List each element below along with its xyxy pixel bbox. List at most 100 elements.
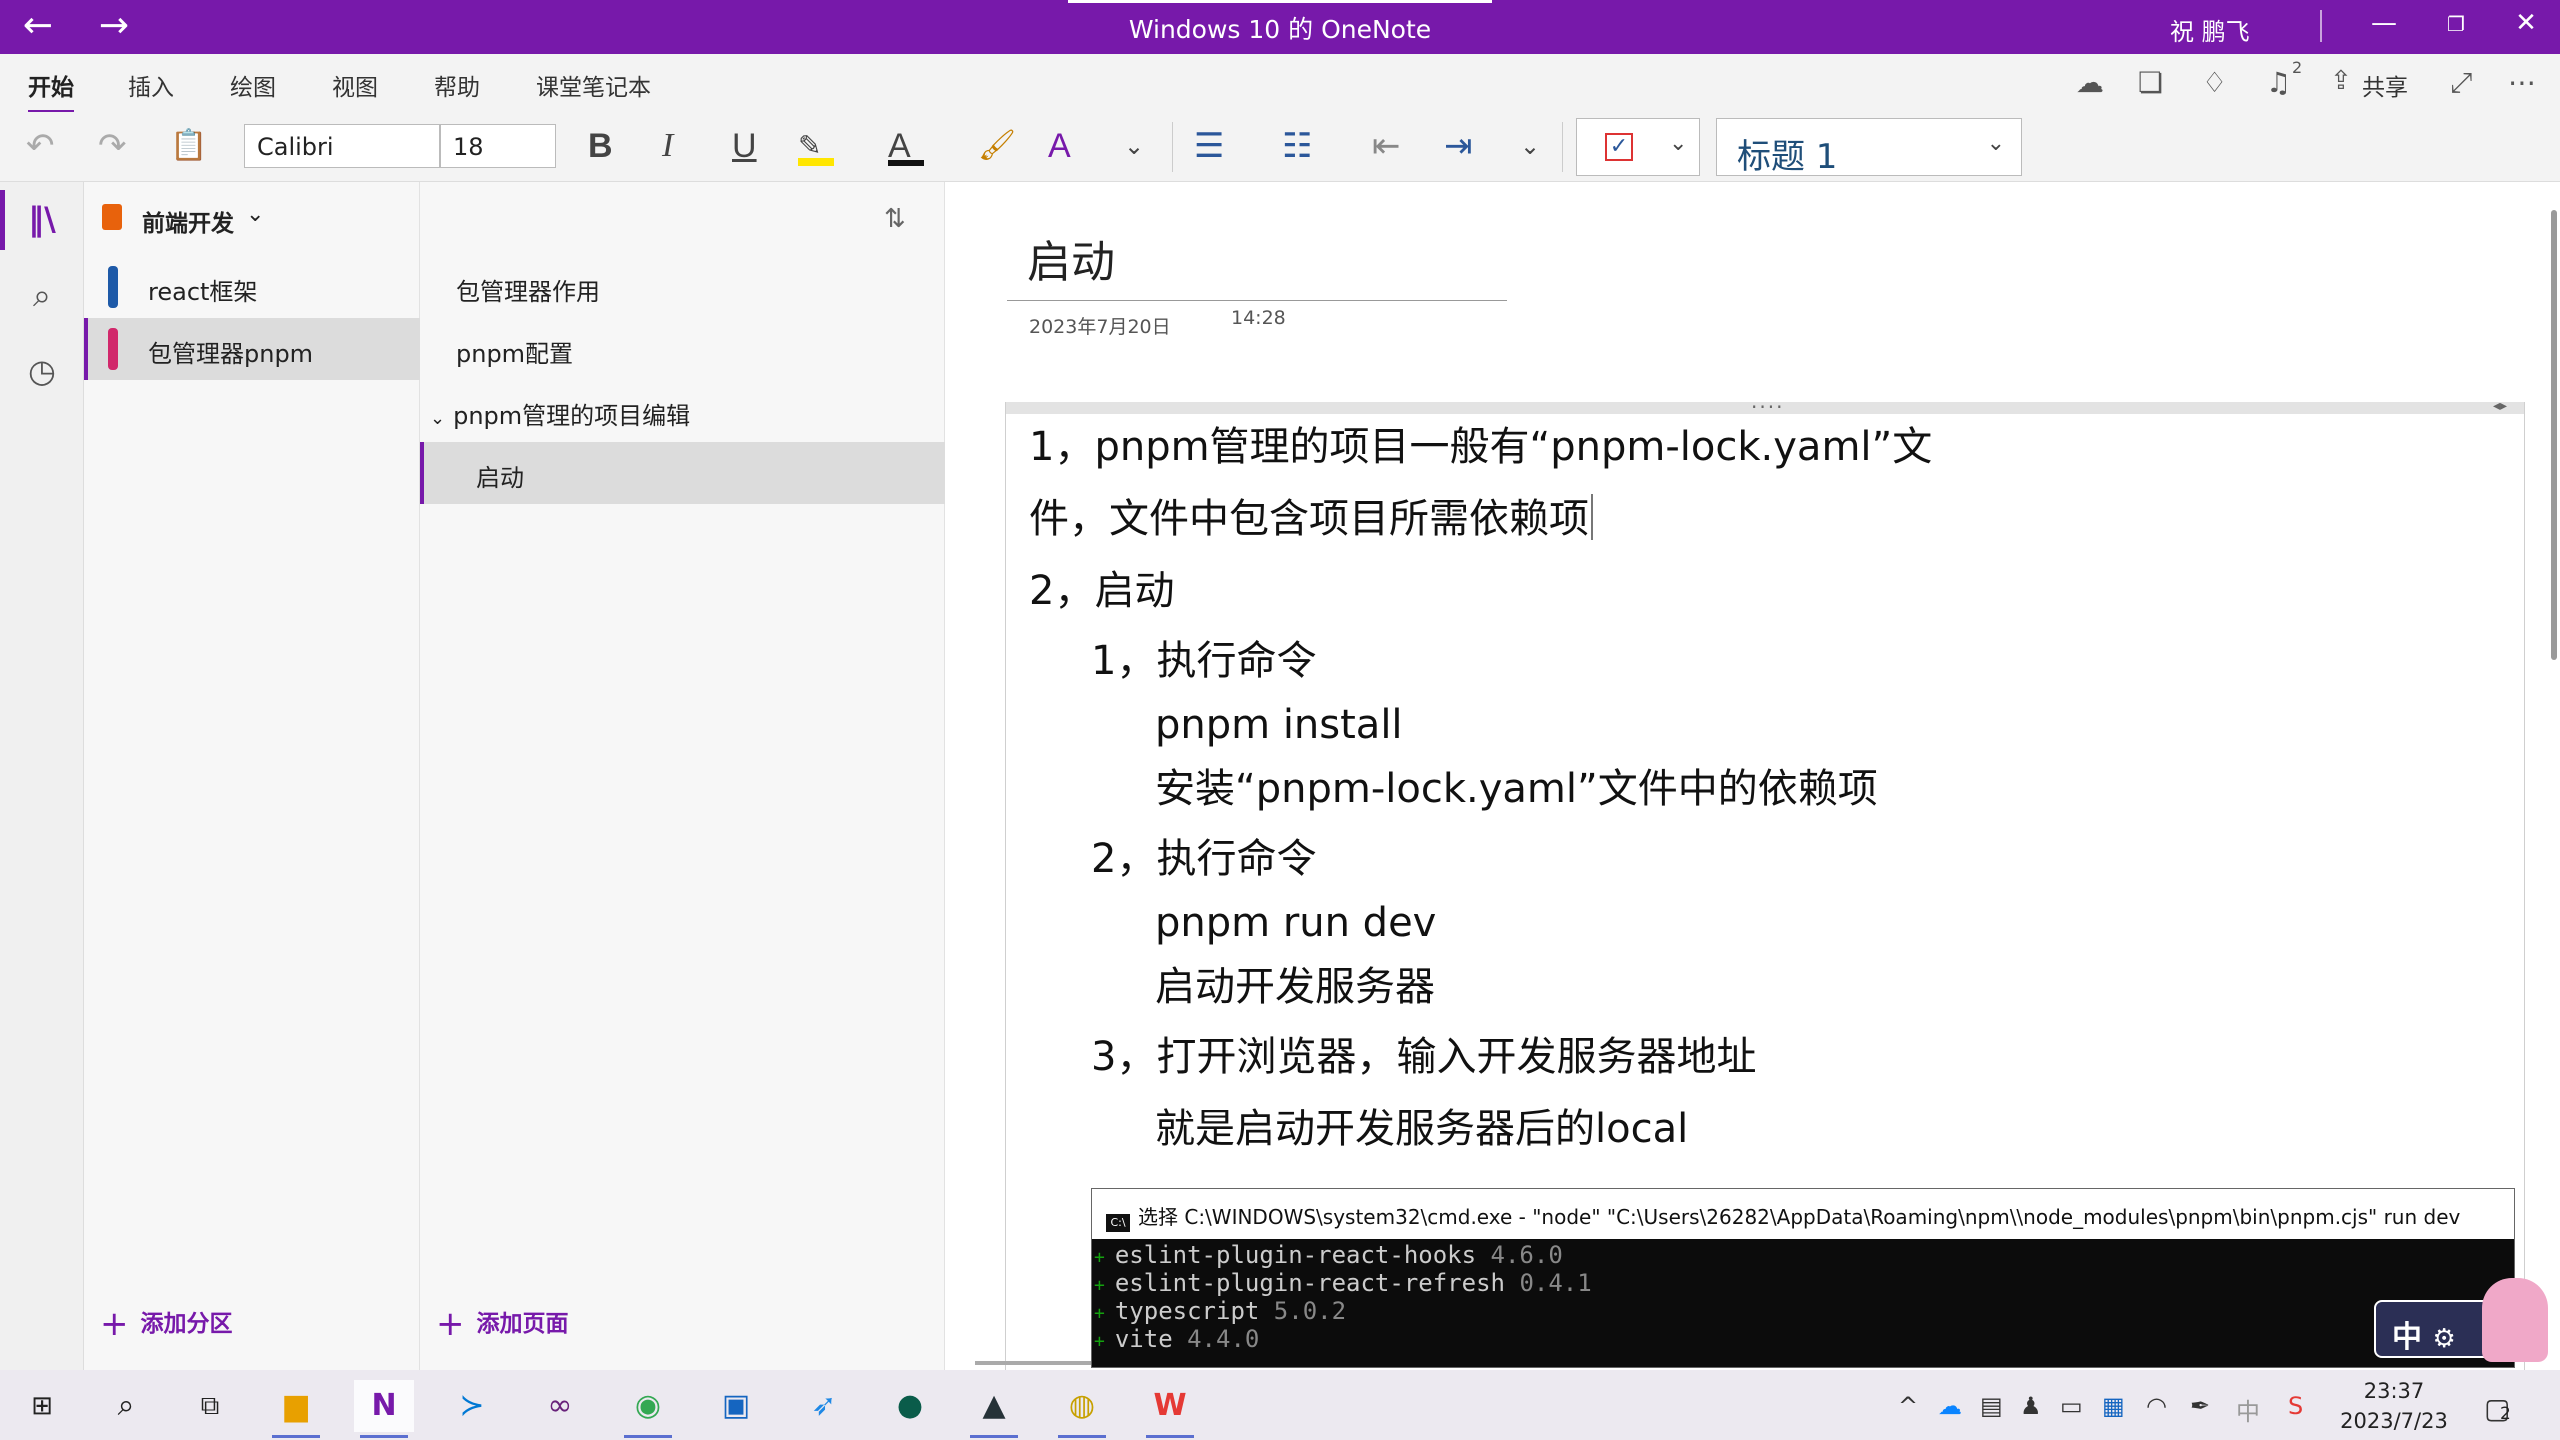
gitkraken-icon[interactable]: ●	[880, 1380, 940, 1432]
format-painter-icon[interactable]: 🖌	[978, 126, 1016, 166]
bird-app-icon[interactable]: ➶	[794, 1380, 854, 1432]
clock-date: 2023/7/23	[2340, 1409, 2448, 1433]
note-line[interactable]: 安装“pnpm-lock.yaml”文件中的依赖项	[1155, 764, 1878, 814]
tray-app-icon[interactable]: ▤	[1980, 1392, 2003, 1420]
cmd-window[interactable]: C:\ 选择 C:\WINDOWS\system32\cmd.exe - "nod…	[1091, 1188, 2515, 1368]
font-name-input[interactable]: Calibri	[244, 124, 440, 168]
note-line[interactable]: 件，文件中包含项目所需依赖项	[1029, 494, 1593, 544]
highlight-icon[interactable]: ✎	[798, 126, 834, 166]
tab-home[interactable]: 开始	[28, 68, 74, 114]
tab-help[interactable]: 帮助	[434, 68, 480, 102]
style-dropdown[interactable]: 标题 1 ⌄	[1716, 118, 2022, 177]
font-size-input[interactable]: 18	[440, 124, 556, 168]
page-item-expanded[interactable]: ⌄ pnpm管理的项目编辑	[420, 380, 945, 442]
page-item[interactable]: 包管理器作用	[420, 256, 945, 318]
pen-icon[interactable]: ✒	[2190, 1392, 2210, 1420]
close-icon[interactable]: ✕	[2496, 8, 2556, 38]
onedrive-icon[interactable]: ☁	[1938, 1392, 1962, 1420]
action-center-count: 2	[2500, 1404, 2511, 1424]
sync-icon[interactable]: ☁	[2076, 66, 2104, 99]
system-clock[interactable]: 23:37 2023/7/23	[2336, 1376, 2452, 1436]
tab-class-notebook[interactable]: 课堂笔记本	[536, 68, 651, 102]
recent-clock-icon[interactable]: ◷	[0, 352, 84, 390]
file-explorer-icon[interactable]: ▆	[266, 1380, 326, 1438]
add-page-button[interactable]: + 添加页面	[436, 1304, 569, 1344]
numbered-list-icon[interactable]: ☷	[1282, 126, 1312, 166]
clipboard-icon[interactable]: 📋	[170, 126, 207, 166]
todo-tag-box[interactable]: ✓ ⌄	[1576, 118, 1700, 176]
vscode-icon[interactable]: ≻	[442, 1380, 502, 1432]
qq-icon[interactable]: ♟	[2020, 1392, 2042, 1420]
share-button[interactable]: 共享	[2362, 68, 2408, 102]
note-line[interactable]: 启动开发服务器	[1155, 962, 1435, 1012]
decrease-indent-icon[interactable]: ⇤	[1372, 126, 1401, 166]
collapse-chevron-icon[interactable]: ⌄	[430, 408, 445, 429]
input-method-indicator[interactable]: 中	[2236, 1392, 2260, 1427]
dictionary-app-icon[interactable]: ▣	[706, 1380, 766, 1432]
font-color-icon[interactable]: A	[888, 126, 924, 166]
todo-chevron-icon[interactable]: ⌄	[1669, 131, 1687, 156]
more-format-chevron-icon[interactable]: ⌄	[1124, 126, 1144, 166]
restore-icon[interactable]: ❐	[2426, 12, 2486, 36]
note-line[interactable]: 3，打开浏览器，输入开发服务器地址	[1091, 1032, 1756, 1082]
redo-icon[interactable]: ↷	[98, 126, 127, 166]
note-line[interactable]: 就是启动开发服务器后的local	[1155, 1104, 1688, 1154]
cmd-title-bar[interactable]: C:\ 选择 C:\WINDOWS\system32\cmd.exe - "nod…	[1092, 1189, 2514, 1239]
lightbulb-icon[interactable]: ♢	[2202, 66, 2227, 99]
tray-monitor-icon[interactable]: ▦	[2102, 1392, 2125, 1420]
tray-expand-icon[interactable]: ^	[1898, 1392, 1918, 1420]
vertical-scrollbar[interactable]	[2551, 210, 2557, 660]
tab-draw[interactable]: 绘图	[230, 68, 276, 102]
chrome-icon[interactable]: ◉	[618, 1380, 678, 1438]
page-title[interactable]: 启动	[1027, 226, 1115, 290]
notebook-header[interactable]: 前端开发 ⌄ ⇅	[84, 182, 945, 256]
style-value: 标题 1	[1737, 137, 1838, 177]
visual-studio-icon[interactable]: ∞	[530, 1380, 590, 1432]
tab-view[interactable]: 视图	[332, 68, 378, 102]
sort-icon[interactable]: ⇅	[884, 204, 906, 234]
cmd-line: + eslint-plugin-react-hooks 4.6.0	[1094, 1241, 1563, 1269]
wps-office-icon[interactable]: W	[1140, 1380, 1200, 1438]
windows-start-icon[interactable]: ⊞	[12, 1380, 72, 1432]
more-list-chevron-icon[interactable]: ⌄	[1520, 126, 1540, 166]
note-line[interactable]: 2，执行命令	[1091, 834, 1316, 884]
section-pnpm[interactable]: 包管理器pnpm	[84, 318, 420, 380]
wifi-icon[interactable]: ◠	[2146, 1392, 2167, 1420]
underline-icon[interactable]: U	[732, 126, 757, 166]
italic-icon[interactable]: I	[662, 126, 673, 166]
note-line[interactable]: pnpm run dev	[1155, 898, 1436, 948]
notebook-chevron-icon[interactable]: ⌄	[246, 202, 264, 227]
undo-icon[interactable]: ↶	[26, 126, 55, 166]
notebooks-icon[interactable]: ‖\	[0, 200, 84, 238]
onenote-icon[interactable]: N	[354, 1380, 414, 1438]
page-view-icon[interactable]: ❏	[2138, 66, 2163, 99]
more-icon[interactable]: ⋯	[2508, 66, 2536, 99]
sogou-input-icon[interactable]: S	[2288, 1392, 2303, 1420]
bullet-list-icon[interactable]: ☰	[1194, 126, 1224, 166]
task-view-icon[interactable]: ⧉	[180, 1380, 240, 1432]
note-line[interactable]: pnpm install	[1155, 700, 1403, 750]
note-line[interactable]: 1，执行命令	[1091, 636, 1316, 686]
bell-icon[interactable]: ♫	[2266, 66, 2291, 99]
bold-icon[interactable]: B	[588, 126, 613, 166]
share-icon[interactable]: ⇪	[2330, 66, 2352, 96]
section-label: 包管理器pnpm	[148, 340, 314, 368]
tab-insert[interactable]: 插入	[128, 68, 174, 102]
page-item-selected[interactable]: 启动	[420, 442, 945, 504]
user-name[interactable]: 祝 鹏飞	[2170, 12, 2250, 47]
fullscreen-icon[interactable]: ⤢	[2450, 66, 2472, 100]
tray-device-icon[interactable]: ▭	[2060, 1392, 2083, 1420]
game-app-icon[interactable]: ◍	[1052, 1380, 1112, 1438]
note-line[interactable]: 1，pnpm管理的项目一般有“pnpm-lock.yaml”文	[1029, 422, 1932, 472]
page-item[interactable]: pnpm配置	[420, 318, 945, 380]
increase-indent-icon[interactable]: ⇥	[1444, 126, 1473, 166]
minimize-icon[interactable]: —	[2354, 8, 2414, 38]
cmd-line: + eslint-plugin-react-refresh 0.4.1	[1094, 1269, 1592, 1297]
add-section-button[interactable]: + 添加分区	[100, 1304, 233, 1344]
cmd-cat-icon[interactable]: ▲	[964, 1380, 1024, 1438]
section-react[interactable]: react框架	[84, 256, 420, 318]
search-icon[interactable]: ⌕	[96, 1380, 156, 1432]
search-icon[interactable]: ⌕	[0, 276, 84, 315]
note-line[interactable]: 2，启动	[1029, 566, 1174, 616]
clear-format-icon[interactable]: A	[1048, 126, 1071, 166]
